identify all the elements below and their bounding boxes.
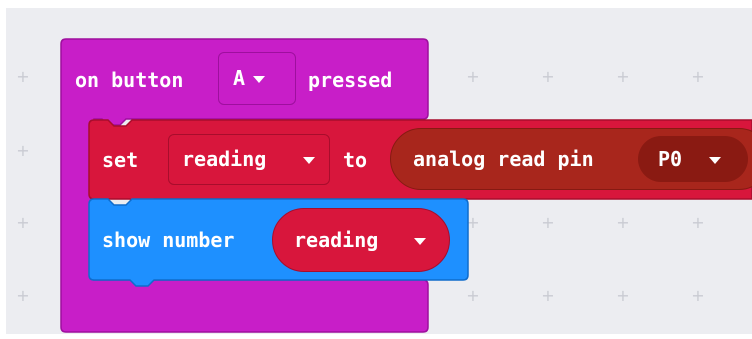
- blocks-workspace[interactable]: + + + + + + + + + + + + + + + + on butto…: [6, 8, 752, 334]
- grid-plus-icon: +: [616, 286, 630, 305]
- show-number-label: show number: [102, 228, 235, 252]
- grid-plus-icon: +: [691, 213, 705, 232]
- grid-plus-icon: +: [691, 67, 705, 86]
- show-variable-reporter[interactable]: reading: [272, 208, 450, 272]
- button-dropdown-value: A: [233, 66, 246, 90]
- button-dropdown[interactable]: A: [218, 52, 296, 105]
- dropdown-caret-icon: [303, 157, 315, 164]
- grid-plus-icon: +: [16, 213, 30, 232]
- grid-plus-icon: +: [616, 213, 630, 232]
- grid-plus-icon: +: [16, 67, 30, 86]
- show-variable-value: reading: [294, 228, 379, 252]
- variable-dropdown-value: reading: [182, 147, 267, 171]
- grid-plus-icon: +: [541, 67, 555, 86]
- variable-dropdown[interactable]: reading: [168, 134, 330, 185]
- grid-plus-icon: +: [466, 67, 480, 86]
- grid-plus-icon: +: [541, 286, 555, 305]
- analog-read-pin-block[interactable]: analog read pin P0: [390, 128, 752, 190]
- set-to-label: to: [343, 148, 368, 172]
- dropdown-caret-icon: [253, 76, 265, 83]
- event-suffix-label: pressed: [308, 68, 393, 92]
- pin-dropdown-value: P0: [658, 147, 683, 171]
- grid-plus-icon: +: [616, 67, 630, 86]
- grid-plus-icon: +: [16, 141, 30, 160]
- grid-plus-icon: +: [16, 286, 30, 305]
- grid-plus-icon: +: [691, 286, 705, 305]
- event-prefix-label: on button: [75, 68, 184, 92]
- grid-plus-icon: +: [541, 213, 555, 232]
- pin-dropdown[interactable]: P0: [638, 136, 748, 182]
- set-keyword-label: set: [102, 148, 139, 172]
- dropdown-caret-icon: [709, 157, 721, 164]
- analog-read-label: analog read pin: [413, 147, 594, 171]
- dropdown-caret-icon: [414, 238, 426, 245]
